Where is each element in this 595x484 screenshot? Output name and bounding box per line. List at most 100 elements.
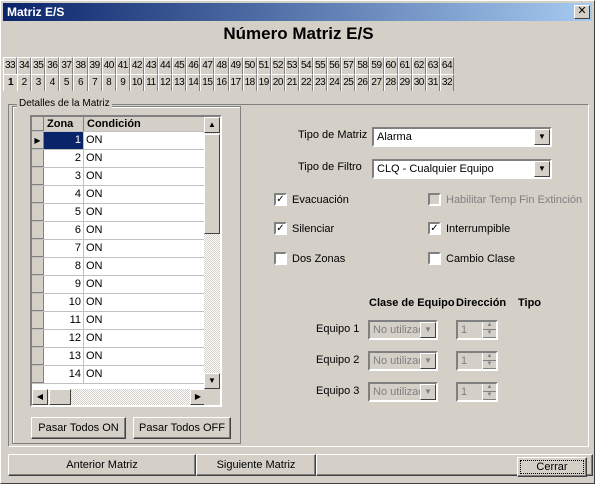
table-row[interactable]: 14 ON (32, 366, 206, 384)
tab-49[interactable]: 49 (228, 57, 243, 74)
spinner-icon[interactable]: ▲ ▼ (482, 353, 496, 369)
tab-18[interactable]: 18 (242, 74, 257, 91)
tab-1[interactable]: 1 (3, 74, 18, 91)
cell-zona[interactable]: 3 (44, 168, 84, 185)
hscroll-thumb[interactable] (49, 389, 71, 405)
table-row[interactable]: 5 ON (32, 204, 206, 222)
all-on-button[interactable]: Pasar Todos ON (31, 417, 126, 439)
tab-62[interactable]: 62 (411, 57, 426, 74)
tab-36[interactable]: 36 (45, 57, 60, 74)
tab-12[interactable]: 12 (158, 74, 173, 91)
tab-16[interactable]: 16 (214, 74, 229, 91)
tab-19[interactable]: 19 (256, 74, 271, 91)
tab-33[interactable]: 33 (3, 57, 18, 74)
tab-38[interactable]: 38 (73, 57, 88, 74)
tab-21[interactable]: 21 (284, 74, 299, 91)
tab-47[interactable]: 47 (200, 57, 215, 74)
cell-condicion[interactable]: ON (84, 222, 206, 239)
tab-20[interactable]: 20 (270, 74, 285, 91)
tab-59[interactable]: 59 (369, 57, 384, 74)
table-row[interactable]: 11 ON (32, 312, 206, 330)
scroll-left-icon[interactable]: ◀ (32, 389, 48, 405)
table-row[interactable]: 10 ON (32, 294, 206, 312)
tab-26[interactable]: 26 (355, 74, 370, 91)
col-header-zona[interactable]: Zona (44, 117, 84, 131)
tab-31[interactable]: 31 (425, 74, 440, 91)
silenciar-checkbox[interactable]: ✓ Silenciar (274, 222, 334, 235)
cell-zona[interactable]: 1 (44, 132, 84, 149)
tab-6[interactable]: 6 (73, 74, 88, 91)
cell-zona[interactable]: 2 (44, 150, 84, 167)
tab-27[interactable]: 27 (369, 74, 384, 91)
horizontal-scrollbar[interactable]: ◀ ▶ (32, 389, 206, 405)
tab-55[interactable]: 55 (313, 57, 328, 74)
tab-32[interactable]: 32 (439, 74, 454, 91)
tab-3[interactable]: 3 (31, 74, 46, 91)
cell-zona[interactable]: 11 (44, 312, 84, 329)
cell-condicion[interactable]: ON (84, 366, 206, 383)
close-icon[interactable]: ✕ (574, 5, 590, 19)
tab-64[interactable]: 64 (439, 57, 454, 74)
cell-condicion[interactable]: ON (84, 276, 206, 293)
tab-60[interactable]: 60 (383, 57, 398, 74)
tab-40[interactable]: 40 (101, 57, 116, 74)
prev-matrix-button[interactable]: Anterior Matriz (8, 454, 196, 476)
all-off-button[interactable]: Pasar Todos OFF (133, 417, 231, 439)
tab-50[interactable]: 50 (242, 57, 257, 74)
tab-61[interactable]: 61 (397, 57, 412, 74)
tab-15[interactable]: 15 (200, 74, 215, 91)
col-header-condicion[interactable]: Condición (84, 117, 206, 131)
interrumpible-checkbox[interactable]: ✓ Interrumpible (428, 222, 510, 235)
tab-7[interactable]: 7 (87, 74, 102, 91)
scroll-thumb[interactable] (204, 134, 220, 234)
equipo-clase-select[interactable]: No utilizado ▼ (368, 351, 438, 371)
cell-condicion[interactable]: ON (84, 258, 206, 275)
tab-43[interactable]: 43 (143, 57, 159, 74)
tab-44[interactable]: 44 (158, 57, 173, 74)
table-row[interactable]: 8 ON (32, 258, 206, 276)
tab-24[interactable]: 24 (327, 74, 342, 91)
tab-54[interactable]: 54 (298, 57, 314, 74)
scroll-up-icon[interactable]: ▲ (204, 117, 220, 133)
tab-51[interactable]: 51 (256, 57, 271, 74)
tab-4[interactable]: 4 (45, 74, 60, 91)
tab-14[interactable]: 14 (186, 74, 201, 91)
tab-37[interactable]: 37 (59, 57, 74, 74)
habilitar-temp-checkbox[interactable]: Habilitar Temp Fin Extinción (428, 193, 582, 206)
table-row[interactable]: 4 ON (32, 186, 206, 204)
cell-condicion[interactable]: ON (84, 204, 206, 221)
tab-17[interactable]: 17 (228, 74, 243, 91)
tab-58[interactable]: 58 (355, 57, 370, 74)
cell-zona[interactable]: 5 (44, 204, 84, 221)
chevron-down-icon[interactable]: ▼ (420, 322, 436, 338)
tab-53[interactable]: 53 (284, 57, 299, 74)
tab-29[interactable]: 29 (397, 74, 412, 91)
scroll-down-icon[interactable]: ▼ (204, 373, 220, 389)
table-row[interactable]: 6 ON (32, 222, 206, 240)
tab-57[interactable]: 57 (341, 57, 356, 74)
spinner-icon[interactable]: ▲ ▼ (482, 322, 496, 338)
cell-condicion[interactable]: ON (84, 294, 206, 311)
equipo-direccion-input[interactable]: 1 ▲ ▼ (456, 382, 498, 402)
close-button[interactable]: Cerrar (517, 457, 587, 477)
cell-condicion[interactable]: ON (84, 312, 206, 329)
cell-zona[interactable]: 10 (44, 294, 84, 311)
table-row[interactable]: 13 ON (32, 348, 206, 366)
tab-11[interactable]: 11 (143, 74, 159, 91)
cambio-clase-checkbox[interactable]: Cambio Clase (428, 252, 515, 265)
tab-56[interactable]: 56 (327, 57, 342, 74)
equipo-clase-select[interactable]: No utilizado ▼ (368, 382, 438, 402)
tab-5[interactable]: 5 (59, 74, 74, 91)
table-row[interactable]: 9 ON (32, 276, 206, 294)
tab-2[interactable]: 2 (17, 74, 32, 91)
cell-zona[interactable]: 4 (44, 186, 84, 203)
cell-zona[interactable]: 12 (44, 330, 84, 347)
cell-zona[interactable]: 8 (44, 258, 84, 275)
tab-22[interactable]: 22 (298, 74, 314, 91)
tab-39[interactable]: 39 (87, 57, 102, 74)
cell-zona[interactable]: 9 (44, 276, 84, 293)
tab-23[interactable]: 23 (313, 74, 328, 91)
zone-grid[interactable]: Zona Condición ▶ 1 ON 2 ON 3 ON 4 ON 5 ON 6 ON 7 ON 8 ON… (30, 115, 222, 407)
table-row[interactable]: 7 ON (32, 240, 206, 258)
tipo-matriz-select[interactable]: Alarma ▼ (372, 127, 552, 147)
